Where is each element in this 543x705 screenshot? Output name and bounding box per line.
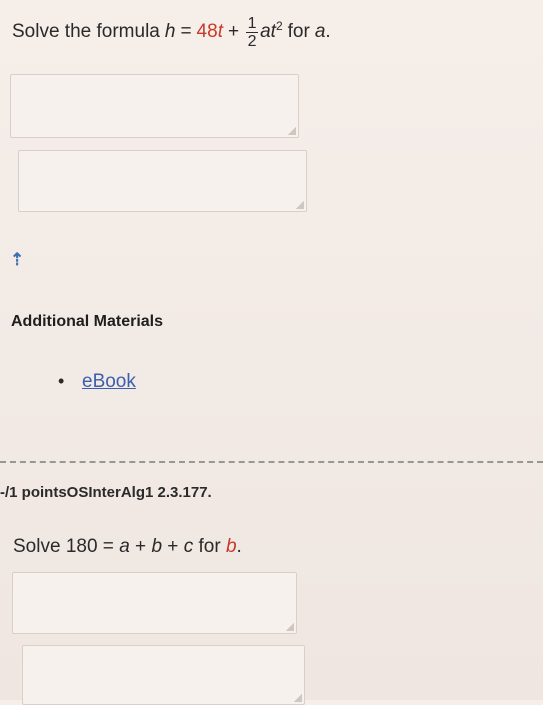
q2-target-var: b: [225, 536, 237, 557]
q2-number: 180: [65, 536, 98, 557]
q2-prefix: Solve: [13, 536, 61, 557]
q2-answer-box-1[interactable]: [12, 572, 297, 634]
q1-period: .: [325, 21, 331, 42]
q1-for: for: [287, 21, 310, 42]
upload-icon[interactable]: ⇡: [10, 250, 24, 270]
ebook-bullet: •: [58, 371, 65, 391]
q1-frac-denominator: 2: [247, 32, 257, 50]
q1-answer-box-1[interactable]: [10, 74, 299, 138]
q2-plus-1: +: [135, 536, 147, 557]
q2-plus-2: +: [167, 536, 179, 557]
q1-prefix: Solve the formula: [12, 21, 160, 42]
q1-fraction: 1 2: [246, 14, 259, 50]
q1-equals: =: [180, 21, 192, 42]
question-divider: [0, 461, 543, 463]
ebook-link[interactable]: eBook: [82, 371, 136, 393]
q1-target-var: a: [314, 21, 326, 42]
q1-answer-box-2[interactable]: [18, 150, 307, 212]
q1-term1-var: t: [217, 21, 223, 42]
q2-equals: =: [102, 536, 114, 557]
additional-materials-heading: Additional Materials: [11, 313, 164, 330]
q2-var-a: a: [119, 536, 130, 557]
q1-lhs-var: h: [164, 21, 176, 42]
q2-answer-box-2[interactable]: [22, 645, 305, 705]
q1-term2-var1: a: [260, 21, 271, 42]
q2-period: .: [236, 536, 242, 557]
q1-plus: +: [227, 21, 240, 42]
q2-var-b: b: [151, 536, 163, 557]
question-2-prompt: Solve 180 = a + b + c for b.: [13, 536, 242, 558]
q1-term1-coeff: 48: [196, 21, 218, 42]
q2-for: for: [198, 536, 221, 557]
question-2-points: -/1 pointsOSInterAlg1 2.3.177.: [0, 484, 212, 501]
q1-frac-numerator: 1: [247, 14, 257, 32]
q2-var-c: c: [183, 536, 194, 557]
question-1-prompt: Solve the formula h = 48 t + 1 2 at2 for …: [12, 14, 331, 50]
q1-exponent: 2: [275, 19, 283, 33]
